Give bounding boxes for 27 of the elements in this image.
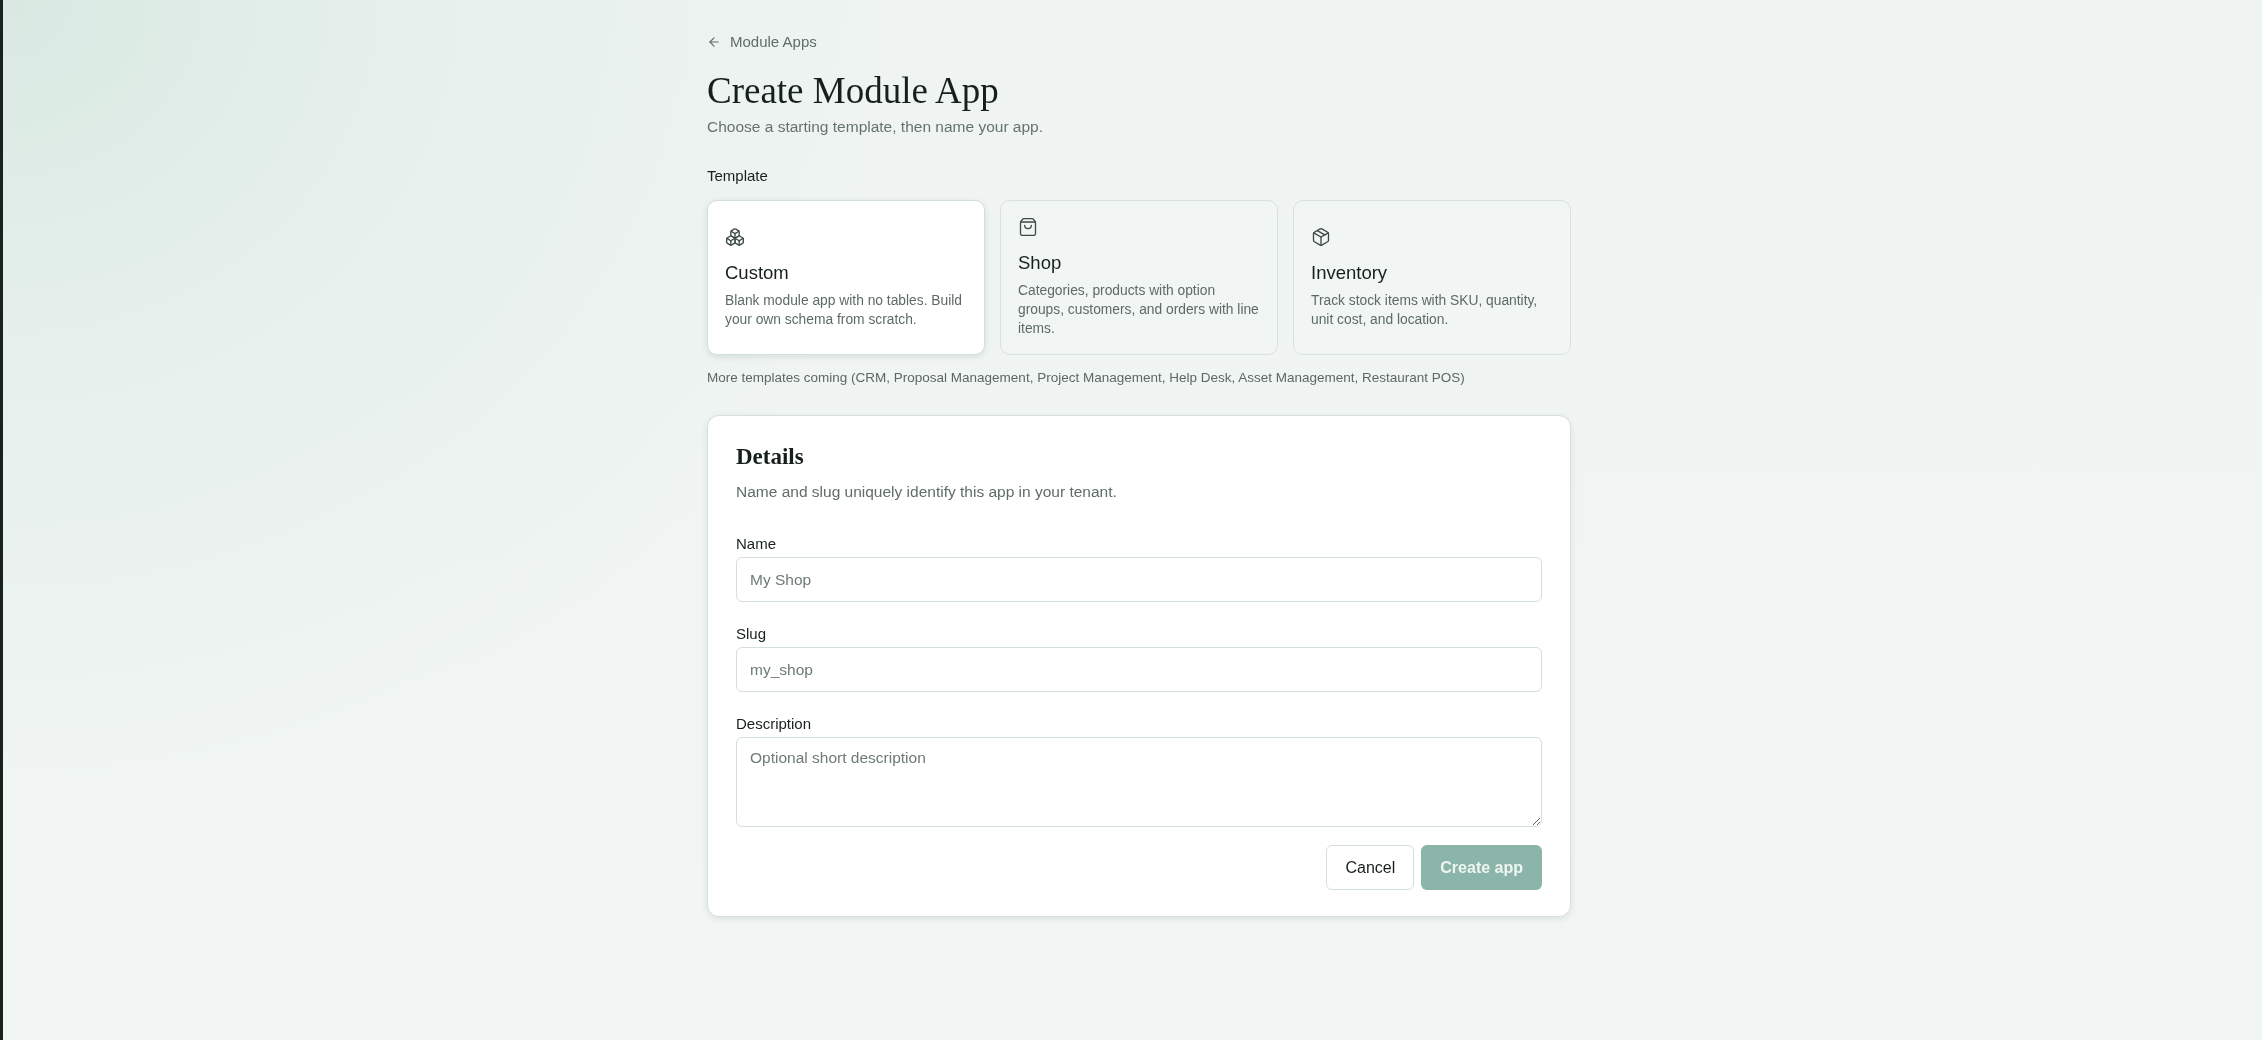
template-title: Shop	[1018, 251, 1063, 275]
input-field[interactable]: my_shop	[736, 647, 1542, 692]
template-card[interactable]: Custom Blank module app with no tables. Build your own schema from scratch.	[707, 200, 985, 355]
shopping-bag-icon	[1018, 217, 1038, 237]
back-link[interactable]: Module Apps	[707, 32, 817, 52]
templates-note: More templates coming (CRM, Proposal Management, Project Management, Help Desk, Asset Management, Restaurant POS)	[707, 369, 1466, 387]
details-title: Details	[736, 443, 805, 471]
input-field[interactable]: My Shop	[736, 557, 1542, 602]
page-subtitle: Choose a starting template, then name your app.	[707, 117, 1045, 137]
cubes-icon	[725, 226, 745, 247]
field-label: Name	[736, 534, 777, 554]
cancel-button[interactable]: Cancel	[1326, 845, 1415, 890]
template-card[interactable]: Shop Categories, products with option groups, customers, and orders with line items.	[1000, 200, 1278, 355]
template-title: Custom	[725, 260, 790, 285]
template-title: Inventory	[1311, 260, 1389, 285]
template-description: Blank module app with no tables. Build your own schema from scratch.	[725, 291, 963, 329]
section-label: Template	[707, 166, 769, 186]
template-description: Track stock items with SKU, quantity, unit cost, and location.	[1311, 291, 1539, 329]
description-field[interactable]: Optional short description	[736, 737, 1542, 827]
template-card[interactable]: Inventory Track stock items with SKU, quantity, unit cost, and location.	[1293, 200, 1571, 355]
back-arrow-icon	[707, 35, 721, 49]
details-description: Name and slug uniquely identify this app in your tenant.	[736, 482, 1118, 502]
field-label: Slug	[736, 624, 768, 644]
field-label: Description	[736, 714, 813, 734]
template-description: Categories, products with option groups, customers, and orders with line items.	[1018, 282, 1260, 338]
package-icon	[1311, 226, 1331, 247]
page-title: Create Module App	[707, 69, 1000, 113]
